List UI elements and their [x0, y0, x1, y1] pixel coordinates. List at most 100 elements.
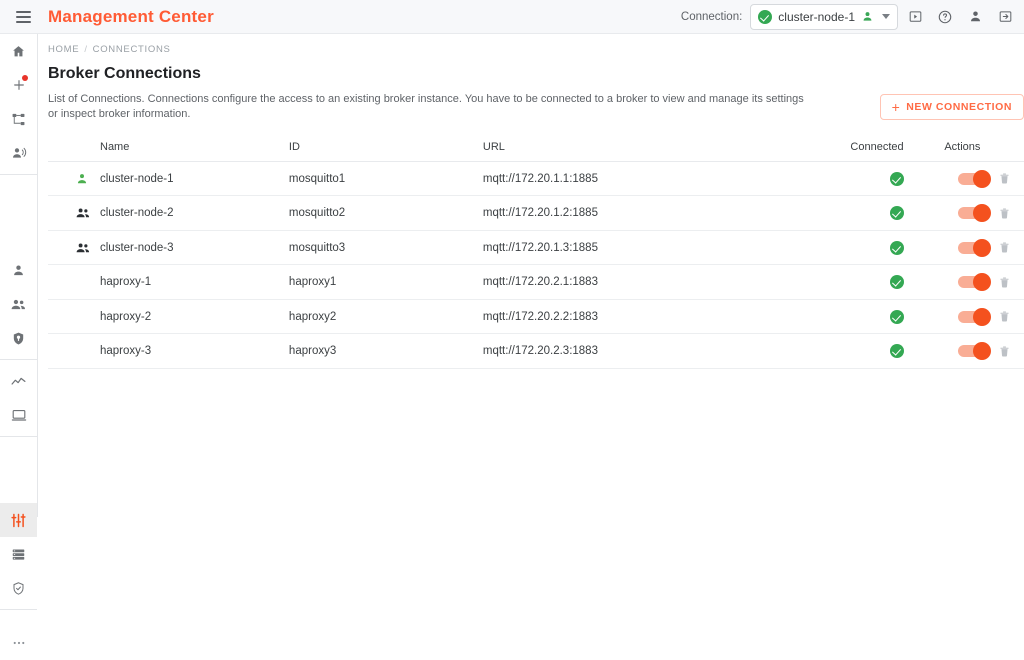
storage-icon: [11, 547, 26, 562]
column-header-connected[interactable]: Connected: [850, 141, 944, 162]
connection-toggle[interactable]: [958, 311, 988, 323]
connection-toggle[interactable]: [958, 345, 988, 357]
breadcrumb-separator: /: [84, 44, 87, 55]
connection-name: cluster-node-3: [100, 242, 174, 254]
sidebar-divider: [0, 436, 37, 437]
table-row[interactable]: cluster-node-3 mosquitto3 mqtt://172.20.1.…: [48, 230, 1024, 265]
connection-label: Connection:: [681, 11, 742, 23]
cell-actions: [944, 299, 1024, 334]
cell-name[interactable]: cluster-node-2: [48, 196, 289, 231]
column-header-url[interactable]: URL: [483, 141, 851, 162]
delete-icon[interactable]: [998, 310, 1011, 323]
sidebar-item-topology[interactable]: [0, 102, 37, 136]
cell-actions: [944, 161, 1024, 196]
cell-connected: [850, 196, 944, 231]
table-row[interactable]: haproxy-2 haproxy2 mqtt://172.20.2.2:1883: [48, 299, 1024, 334]
chevron-down-icon: [882, 14, 890, 19]
sidebar-spacer: [0, 441, 37, 503]
topbar-right-group: Connection: cluster-node-1: [681, 4, 1024, 30]
person-icon: [861, 10, 874, 23]
cell-url: mqtt://172.20.1.3:1885: [483, 230, 851, 265]
new-connection-label: NEW CONNECTION: [906, 101, 1012, 113]
connected-status-icon: [890, 241, 904, 255]
sidebar-item-more[interactable]: [0, 626, 37, 660]
table-row[interactable]: haproxy-3 haproxy3 mqtt://172.20.2.3:1883: [48, 334, 1024, 369]
sidebar: [0, 34, 38, 517]
cell-id: mosquitto2: [289, 196, 483, 231]
delete-icon[interactable]: [998, 172, 1011, 185]
help-icon[interactable]: [932, 4, 958, 30]
logout-icon[interactable]: [992, 4, 1018, 30]
person-broadcast-icon: [11, 145, 27, 161]
connected-status-icon: [890, 344, 904, 358]
table-row[interactable]: haproxy-1haproxy1 mqtt://172.20.2.1:1883: [48, 265, 1024, 300]
home-icon: [11, 44, 26, 59]
monitor-icon: [11, 407, 27, 423]
connection-toggle[interactable]: [958, 276, 988, 288]
connection-select[interactable]: cluster-node-1: [750, 4, 898, 30]
breadcrumb: HOME / CONNECTIONS: [38, 34, 1024, 55]
column-header-id[interactable]: ID: [289, 141, 483, 162]
connection-url: mqtt://172.20.2.2:1883: [483, 311, 598, 323]
sidebar-item-home[interactable]: [0, 34, 37, 68]
table-row[interactable]: cluster-node-2mosquitto2mqtt://172.20.1.…: [48, 196, 1024, 231]
cell-id: haproxy1: [289, 265, 483, 300]
person-icon: [11, 263, 26, 278]
connection-id: haproxy3: [289, 345, 336, 357]
table-body: cluster-node-1mosquitto1mqtt://172.20.1.…: [48, 161, 1024, 368]
new-connection-button[interactable]: + NEW CONNECTION: [880, 94, 1024, 120]
sidebar-spacer: [0, 179, 37, 253]
table-row[interactable]: cluster-node-1mosquitto1mqtt://172.20.1.…: [48, 161, 1024, 196]
sidebar-item-security[interactable]: [0, 571, 37, 605]
console-icon[interactable]: [902, 4, 928, 30]
connection-toggle[interactable]: [958, 207, 988, 219]
column-header-name[interactable]: Name: [48, 141, 289, 162]
cell-name[interactable]: cluster-node-3: [48, 230, 289, 265]
cell-name[interactable]: haproxy-1: [48, 265, 289, 300]
sidebar-item-groups[interactable]: [0, 287, 37, 321]
delete-icon[interactable]: [998, 241, 1011, 254]
sidebar-item-clients[interactable]: [0, 253, 37, 287]
main-content: HOME / CONNECTIONS Broker Connections Li…: [38, 34, 1024, 517]
connection-url: mqtt://172.20.2.3:1883: [483, 345, 598, 357]
delete-icon[interactable]: [998, 207, 1011, 220]
cell-connected: [850, 161, 944, 196]
column-header-actions[interactable]: Actions: [944, 141, 1024, 162]
sidebar-item-metrics[interactable]: [0, 364, 37, 398]
connection-url: mqtt://172.20.1.1:1885: [483, 173, 598, 185]
plus-icon: +: [892, 100, 901, 114]
connection-url: mqtt://172.20.1.2:1885: [483, 207, 598, 219]
cell-name[interactable]: haproxy-3: [48, 334, 289, 369]
breadcrumb-home[interactable]: HOME: [48, 44, 79, 55]
sidebar-item-roles[interactable]: [0, 321, 37, 355]
top-bar: Management Center Connection: cluster-no…: [0, 0, 1024, 34]
connection-toggle[interactable]: [958, 173, 988, 185]
table-header-row: Name ID URL Connected Actions: [48, 141, 1024, 162]
connection-id: mosquitto3: [289, 242, 345, 254]
connection-name: cluster-node-1: [100, 173, 174, 185]
cell-url: mqtt://172.20.2.1:1883: [483, 265, 851, 300]
sidebar-item-streams[interactable]: [0, 136, 37, 170]
connection-id: haproxy2: [289, 311, 336, 323]
cell-name[interactable]: haproxy-2: [48, 299, 289, 334]
account-icon[interactable]: [962, 4, 988, 30]
notification-badge: [22, 75, 28, 81]
delete-icon[interactable]: [998, 276, 1011, 289]
sidebar-item-clusters[interactable]: [0, 537, 37, 571]
sidebar-item-terminal[interactable]: [0, 398, 37, 432]
sidebar-spacer: [0, 614, 37, 626]
cell-name[interactable]: cluster-node-1: [48, 161, 289, 196]
trending-icon: [10, 373, 27, 390]
connection-name: haproxy-3: [100, 345, 151, 357]
delete-icon[interactable]: [998, 345, 1011, 358]
people-dark-icon: [75, 205, 91, 221]
connection-id: haproxy1: [289, 276, 336, 288]
hamburger-icon[interactable]: [6, 0, 40, 34]
network-icon: [11, 112, 26, 127]
connection-name: haproxy-2: [100, 311, 151, 323]
page-heading: Broker Connections: [38, 55, 1024, 83]
sidebar-item-connections[interactable]: [0, 503, 37, 537]
sidebar-item-new[interactable]: [0, 68, 37, 102]
connections-table: Name ID URL Connected Actions cluster-no…: [48, 141, 1024, 369]
connection-toggle[interactable]: [958, 242, 988, 254]
